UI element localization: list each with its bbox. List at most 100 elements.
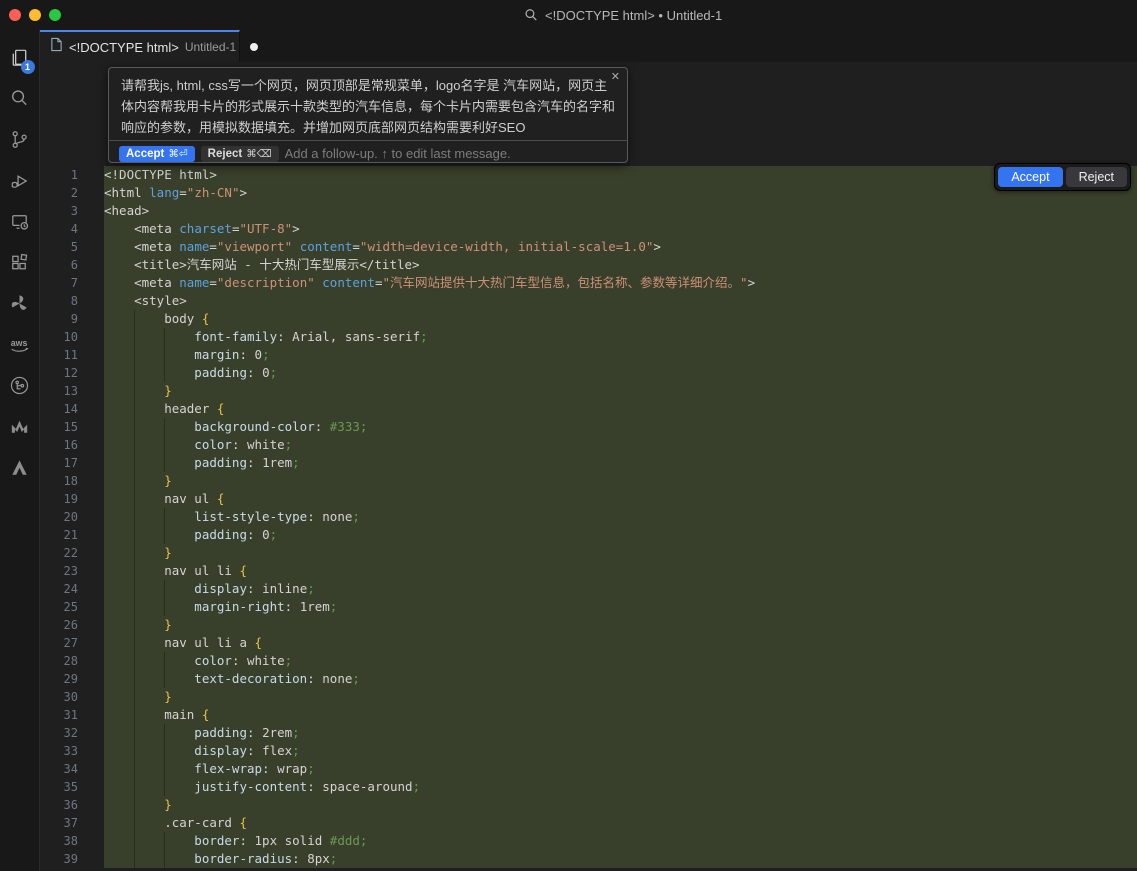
line-content: <meta name="viewport" content="width=dev…: [104, 238, 1137, 256]
line-content: margin: 0;: [104, 346, 1137, 364]
line-content: padding: 0;: [104, 526, 1137, 544]
minimize-window-button[interactable]: [29, 9, 41, 21]
indent-guide: [164, 328, 165, 346]
chat-reject-button[interactable]: Reject ⌘⌫: [201, 146, 279, 162]
indent-guide: [134, 670, 135, 688]
line-number: 2: [40, 184, 104, 202]
diff-reject-button[interactable]: Reject: [1066, 167, 1127, 187]
a-logo-extension-icon[interactable]: [0, 447, 40, 488]
indent-guide: [134, 454, 135, 472]
code-line: 6 <title>汽车网站 - 十大热门车型展示</title>: [40, 256, 1137, 274]
code-line: 26 }: [40, 616, 1137, 634]
code-lines[interactable]: 1<!DOCTYPE html>2<html lang="zh-CN">3<he…: [40, 166, 1137, 868]
line-number: 5: [40, 238, 104, 256]
indent-guide: [134, 544, 135, 562]
line-number: 15: [40, 418, 104, 436]
code-line: 39 border-radius: 8px;: [40, 850, 1137, 868]
line-number: 39: [40, 850, 104, 868]
close-icon[interactable]: ✕: [611, 70, 620, 83]
line-number: 7: [40, 274, 104, 292]
code-line: 3<head>: [40, 202, 1137, 220]
m-logo-extension-icon[interactable]: [0, 406, 40, 447]
line-number: 9: [40, 310, 104, 328]
line-number: 16: [40, 436, 104, 454]
line-number: 14: [40, 400, 104, 418]
line-number: 25: [40, 598, 104, 616]
command-center[interactable]: <!DOCTYPE html> • Untitled-1: [524, 0, 722, 30]
line-number: 28: [40, 652, 104, 670]
tab-untitled-1[interactable]: <!DOCTYPE html> Untitled-1: [40, 30, 240, 62]
zoom-window-button[interactable]: [49, 9, 61, 21]
line-number: 4: [40, 220, 104, 238]
unsaved-changes-dot[interactable]: [250, 43, 258, 51]
line-number: 1: [40, 166, 104, 184]
chat-accept-label: Accept: [126, 148, 164, 160]
remote-explorer-icon[interactable]: [0, 201, 40, 242]
line-number: 31: [40, 706, 104, 724]
diff-accept-button[interactable]: Accept: [998, 167, 1062, 187]
code-line: 32 padding: 2rem;: [40, 724, 1137, 742]
line-number: 37: [40, 814, 104, 832]
chat-accept-button[interactable]: Accept ⌘⏎: [119, 146, 195, 162]
line-content: }: [104, 796, 1137, 814]
code-editor[interactable]: ✕ 请帮我js, html, css写一个网页，网页顶部是常规菜单，logo名字…: [40, 62, 1137, 871]
indent-guide: [134, 742, 135, 760]
line-number: 19: [40, 490, 104, 508]
explorer-icon[interactable]: 1: [0, 37, 40, 78]
search-icon: [524, 8, 538, 22]
line-content: header {: [104, 400, 1137, 418]
line-content: }: [104, 544, 1137, 562]
source-control-icon[interactable]: [0, 119, 40, 160]
indent-guide: [164, 436, 165, 454]
line-content: <head>: [104, 202, 1137, 220]
line-content: justify-content: space-around;: [104, 778, 1137, 796]
code-line: 20 list-style-type: none;: [40, 508, 1137, 526]
code-line: 12 padding: 0;: [40, 364, 1137, 382]
code-line: 27 nav ul li a {: [40, 634, 1137, 652]
circle-branch-extension-icon[interactable]: [0, 365, 40, 406]
code-line: 29 text-decoration: none;: [40, 670, 1137, 688]
line-content: color: white;: [104, 436, 1137, 454]
code-line: 17 padding: 1rem;: [40, 454, 1137, 472]
aws-toolkit-icon[interactable]: aws: [0, 324, 40, 365]
code-line: 35 justify-content: space-around;: [40, 778, 1137, 796]
code-line: 10 font-family: Arial, sans-serif;: [40, 328, 1137, 346]
indent-guide: [134, 580, 135, 598]
search-view-icon[interactable]: [0, 78, 40, 119]
indent-guide: [134, 634, 135, 652]
line-content: <style>: [104, 292, 1137, 310]
pinwheel-extension-icon[interactable]: [0, 283, 40, 324]
extensions-icon[interactable]: [0, 242, 40, 283]
line-content: nav ul li a {: [104, 634, 1137, 652]
line-content: <meta name="description" content="汽车网站提供…: [104, 274, 1137, 292]
follow-up-input[interactable]: [285, 146, 617, 161]
line-content: border: 1px solid #ddd;: [104, 832, 1137, 850]
line-content: nav ul li {: [104, 562, 1137, 580]
line-content: body {: [104, 310, 1137, 328]
run-and-debug-icon[interactable]: [0, 160, 40, 201]
line-number: 8: [40, 292, 104, 310]
workbench: 1: [0, 30, 1137, 871]
close-window-button[interactable]: [9, 9, 21, 21]
line-number: 23: [40, 562, 104, 580]
line-content: }: [104, 688, 1137, 706]
indent-guide: [134, 652, 135, 670]
line-number: 24: [40, 580, 104, 598]
indent-guide: [134, 364, 135, 382]
indent-guide: [134, 760, 135, 778]
tab-bar: <!DOCTYPE html> Untitled-1: [40, 30, 1137, 62]
code-line: 21 padding: 0;: [40, 526, 1137, 544]
explorer-badge: 1: [21, 60, 35, 74]
code-line: 28 color: white;: [40, 652, 1137, 670]
svg-text:aws: aws: [10, 337, 27, 347]
line-number: 18: [40, 472, 104, 490]
indent-guide: [134, 598, 135, 616]
line-number: 26: [40, 616, 104, 634]
tab-label: <!DOCTYPE html>: [69, 40, 179, 55]
indent-guide: [164, 346, 165, 364]
inline-chat-zone: ✕ 请帮我js, html, css写一个网页，网页顶部是常规菜单，logo名字…: [40, 62, 1137, 166]
line-content: text-decoration: none;: [104, 670, 1137, 688]
line-content: padding: 2rem;: [104, 724, 1137, 742]
inline-chat-widget: ✕ 请帮我js, html, css写一个网页，网页顶部是常规菜单，logo名字…: [108, 67, 628, 163]
indent-guide: [164, 598, 165, 616]
